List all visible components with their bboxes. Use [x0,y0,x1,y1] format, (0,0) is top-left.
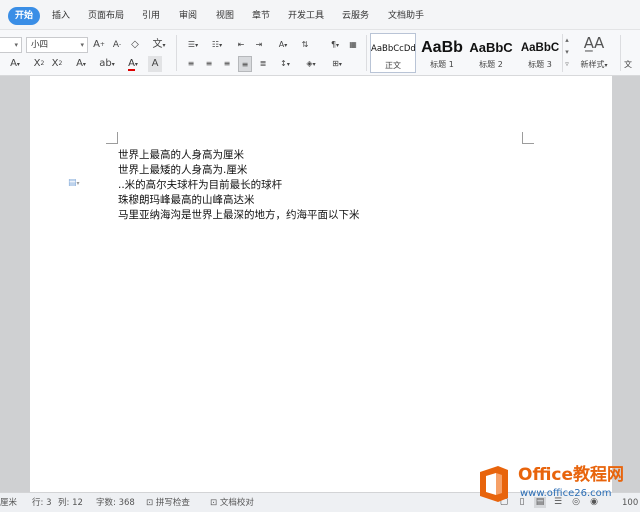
tab-insert[interactable]: 插入 [52,8,70,24]
increase-indent-icon[interactable]: ⇥ [252,37,266,53]
doc-proof-icon: ⊡ [210,498,218,508]
status-row: 行: 3 [32,498,52,508]
sort-icon[interactable]: ⇅ [298,37,312,53]
tab-cloud[interactable]: 云服务 [342,8,369,24]
font-size-select[interactable]: 小四 ▾ [26,37,88,53]
numbered-list-icon[interactable]: ☷▾ [206,37,228,53]
align-left-icon[interactable]: ≡ [184,56,198,72]
tab-developer[interactable]: 开发工具 [288,8,324,24]
menu-bar: 开始 插入 页面布局 引用 审阅 视图 章节 开发工具 云服务 文档助手 [0,0,640,30]
office-logo-icon [480,466,508,502]
shading-icon[interactable]: ◈▾ [300,56,322,72]
paragraph-marks-icon[interactable]: ¶▾ [324,37,346,53]
style-scroll[interactable]: ▴ ▾ ▿ [562,34,571,72]
status-unit: 厘米 [0,498,18,508]
font-size-value: 小四 [31,40,49,50]
chevron-down-icon: ▾ [80,41,84,49]
line-spacing-icon[interactable]: ↕▾ [274,56,296,72]
align-center-icon[interactable]: ≡ [202,56,216,72]
tab-chapter[interactable]: 章节 [252,8,270,24]
ribbon-toolbar: ▾ 小四 ▾ A+ A- ◇ 文▾ A▾ X2 X2 A▾ ab▾ A▾ A ☰… [0,30,640,76]
watermark: Office教程网 www.office26.com [474,462,640,510]
decrease-indent-icon[interactable]: ⇤ [234,37,248,53]
align-right-icon[interactable]: ≡ [220,56,234,72]
style-heading-1[interactable]: AaBb 标题 1 [419,33,465,73]
doc-line-3[interactable]: ..米的高尔夫球杆为目前最长的球杆 [118,178,282,193]
new-style-icon[interactable]: A̲A [580,35,608,57]
style-gallery: AaBbCcDd 正文 AaBb 标题 1 AaBbC 标题 2 AaBbC 标… [370,33,570,73]
doc-line-2[interactable]: 世界上最矮的人身高为.厘米 [118,163,247,178]
clear-format-icon[interactable]: ◇ [128,37,142,53]
justify-icon[interactable]: ≡ [238,56,252,72]
spell-check-icon: ⊡ [146,498,154,508]
phonetic-icon[interactable]: 文▾ [148,37,170,53]
doc-line-5[interactable]: 马里亚纳海沟是世界上最深的地方，约海平面以下米 [118,208,360,223]
text-effect-icon[interactable]: A▾ [70,56,92,72]
text-direction-icon[interactable]: A▾ [272,37,294,53]
margin-corner-top-right [522,132,534,144]
watermark-url: www.office26.com [520,488,612,499]
style-heading-2[interactable]: AaBbC 标题 2 [467,33,515,73]
spell-check-button[interactable]: ⊡ 拼写检查 [146,497,190,509]
doc-line-4[interactable]: 珠穆朗玛峰最高的山峰高达米 [118,193,255,208]
font-name-select[interactable]: ▾ [0,37,22,53]
subscript-icon[interactable]: X2 [50,56,64,72]
doc-proof-button[interactable]: ⊡ 文档校对 [210,497,254,509]
highlight-icon[interactable]: ab▾ [96,56,118,72]
tab-view[interactable]: 视图 [216,8,234,24]
document-margin-icon[interactable]: ▤▾ [68,178,80,188]
text-tool-button[interactable]: 文 [624,57,640,73]
status-word-count[interactable]: 字数: 368 [96,497,135,509]
grow-font-icon[interactable]: A+ [92,37,106,53]
document-page[interactable]: ▤▾ 世界上最高的人身高为厘米 世界上最矮的人身高为.厘米 ..米的高尔夫球杆为… [30,76,612,492]
bullet-list-icon[interactable]: ☰▾ [182,37,204,53]
tab-page-layout[interactable]: 页面布局 [88,8,124,24]
chevron-down-icon: ▾ [14,41,18,49]
char-shading-icon[interactable]: A [148,56,162,72]
new-style-button[interactable]: 新样式▾ [574,57,614,73]
style-heading-3[interactable]: AaBbC 标题 3 [517,33,563,73]
font-color-icon[interactable]: A▾ [122,56,144,72]
tab-home[interactable]: 开始 [8,7,41,25]
superscript-icon[interactable]: X2 [32,56,46,72]
font-color-left-icon[interactable]: A▾ [4,56,26,72]
shrink-font-icon[interactable]: A- [110,37,124,53]
document-area: ▤▾ 世界上最高的人身高为厘米 世界上最矮的人身高为.厘米 ..米的高尔夫球杆为… [0,76,640,492]
margin-corner-top-left [106,132,118,144]
border-icon[interactable]: ⊞▾ [326,56,348,72]
divider [620,35,621,71]
table-grid-icon[interactable]: ▦ [346,37,360,53]
tab-doc-assistant[interactable]: 文档助手 [388,8,424,24]
tab-references[interactable]: 引用 [142,8,160,24]
tab-review[interactable]: 审阅 [179,8,197,24]
divider [366,35,367,71]
divider [176,35,177,71]
style-normal[interactable]: AaBbCcDd 正文 [370,33,416,73]
distributed-icon[interactable]: ≣ [256,56,270,72]
watermark-title: Office教程网 [518,465,625,485]
status-col: 列: 12 [58,498,83,508]
doc-line-1[interactable]: 世界上最高的人身高为厘米 [118,148,244,163]
